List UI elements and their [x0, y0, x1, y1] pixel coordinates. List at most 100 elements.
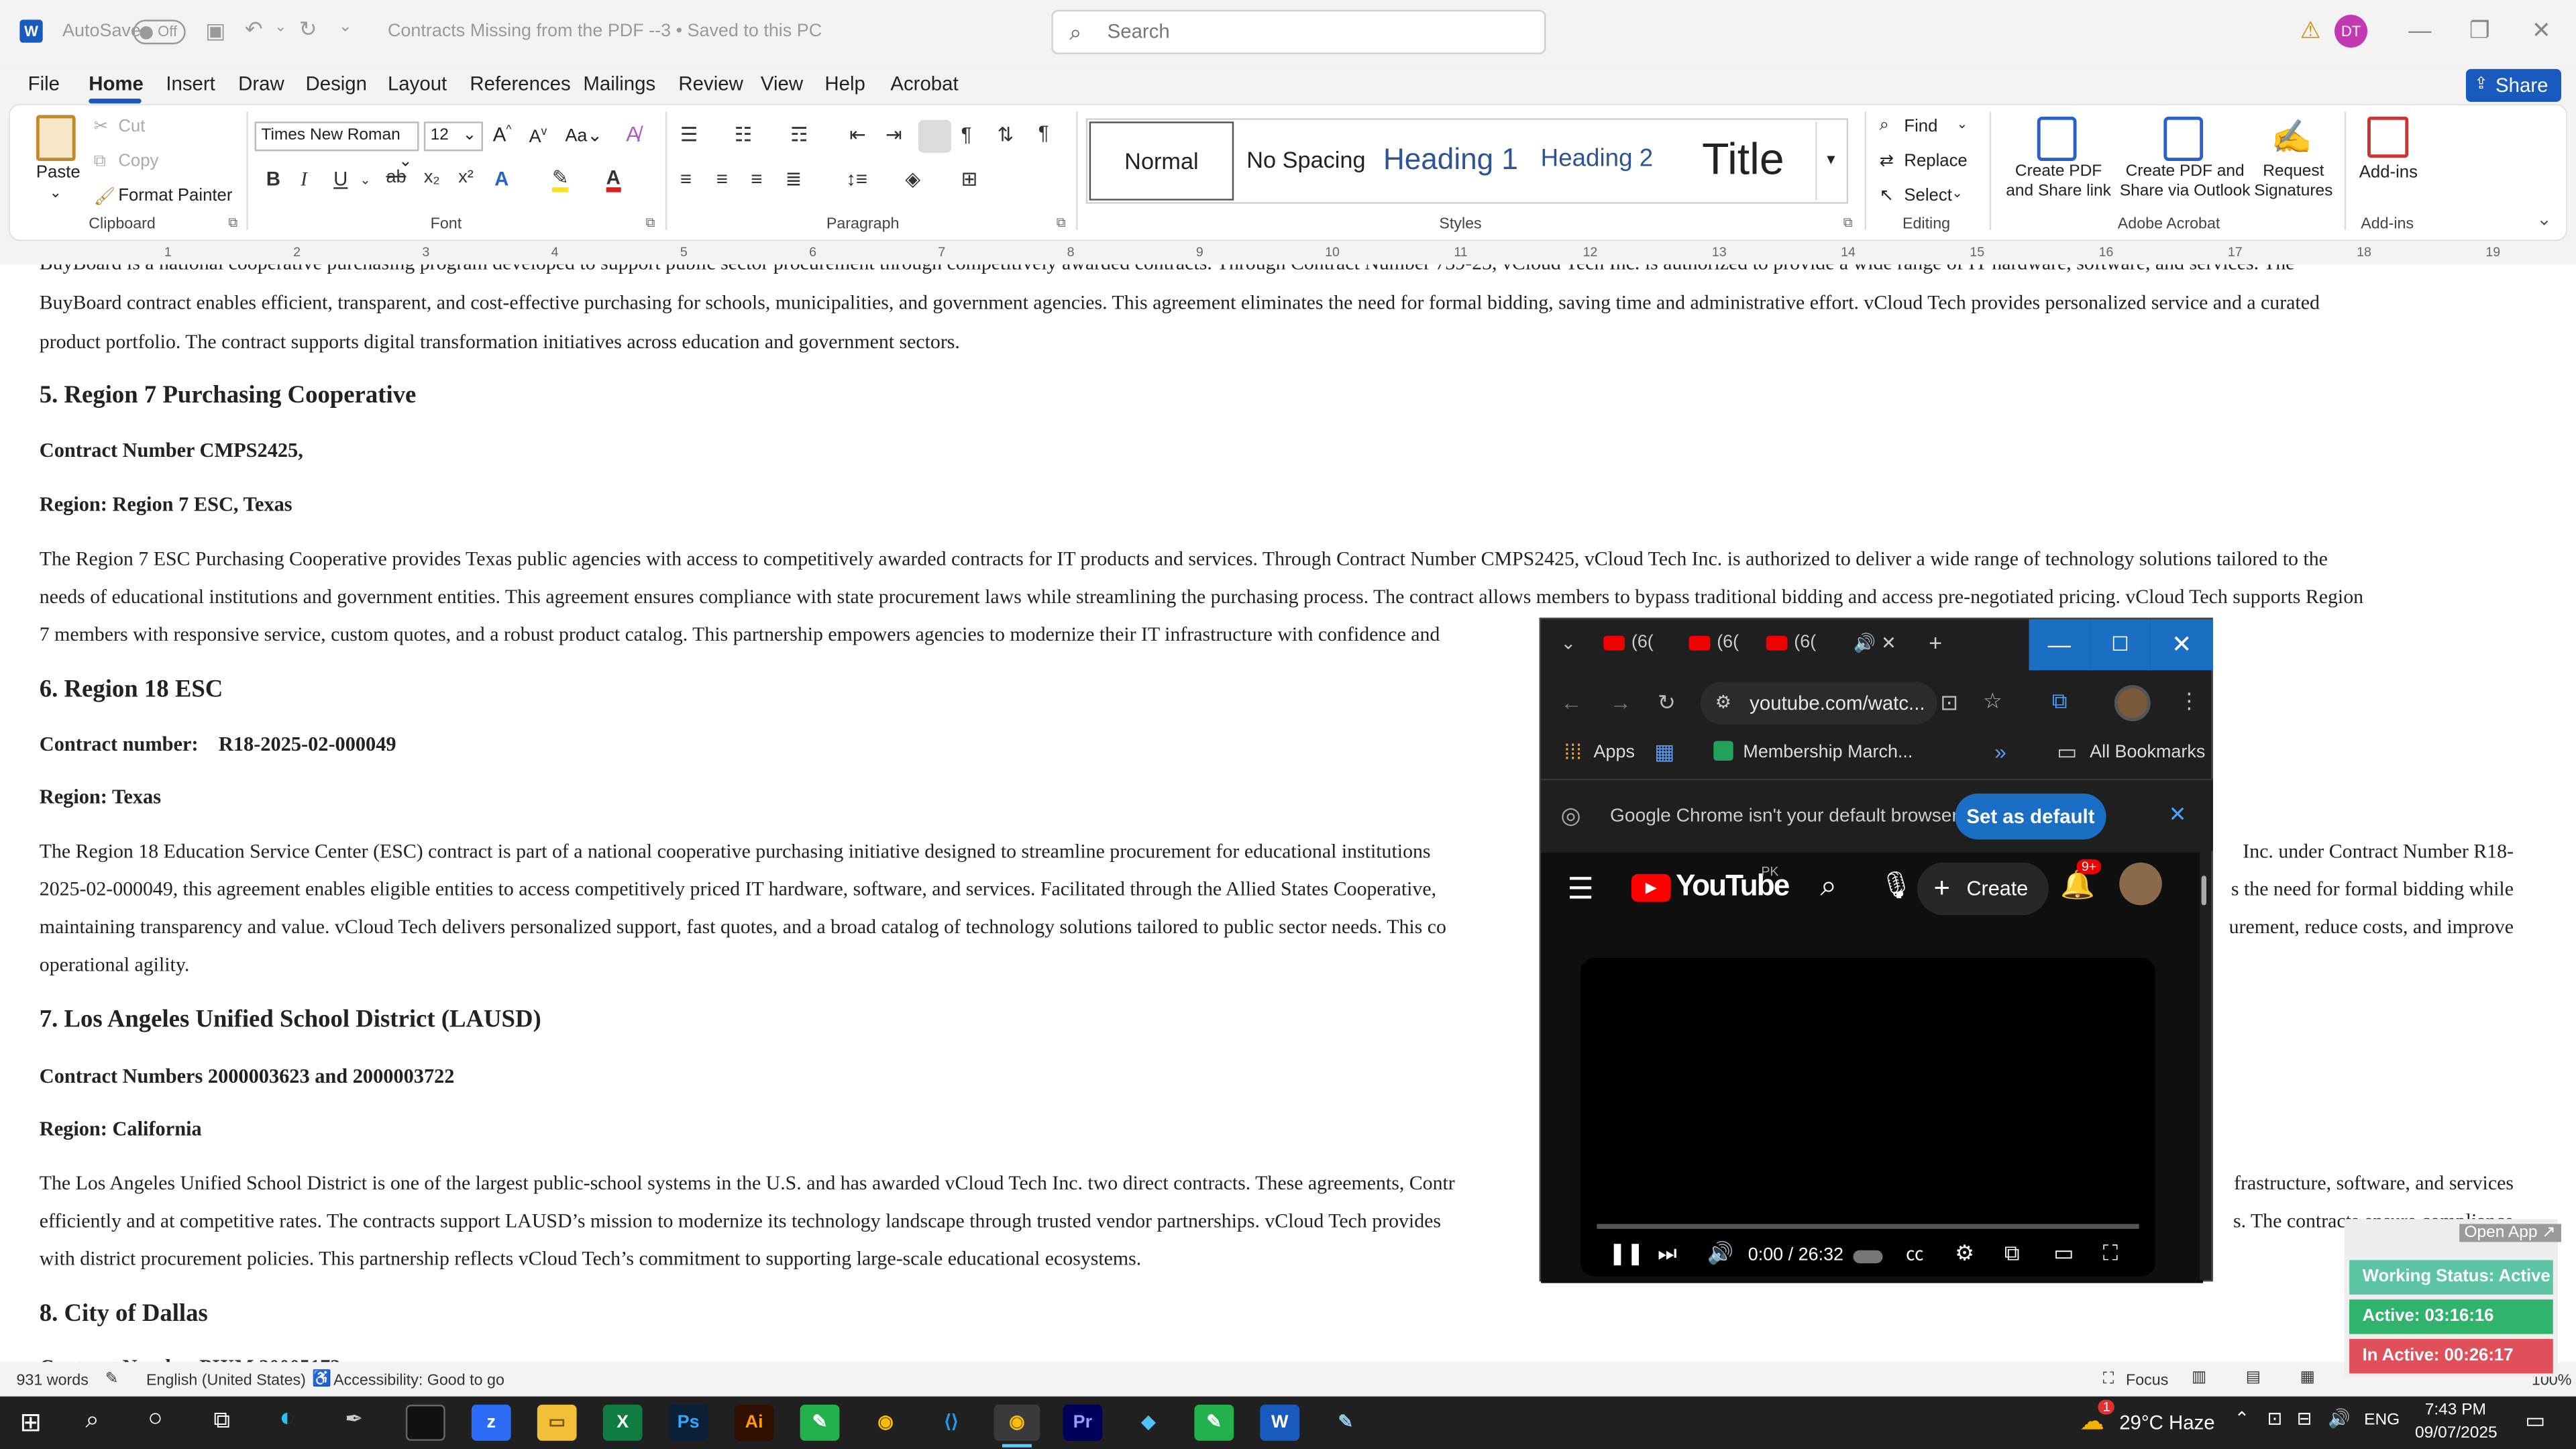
paste-dropdown-icon[interactable]: ⌄ — [49, 184, 61, 202]
pen-icon[interactable]: ✒ — [345, 1406, 363, 1432]
show-marks-icon[interactable]: ¶ — [1038, 121, 1049, 144]
menu-home[interactable]: Home — [89, 72, 144, 95]
tray-app-icon[interactable]: ⊡ — [2267, 1408, 2283, 1429]
addins-button-label[interactable]: Add-ins — [2359, 162, 2418, 182]
style-normal[interactable]: Normal — [1089, 121, 1234, 201]
style-no-spacing[interactable]: No Spacing — [1239, 121, 1374, 201]
chrome-minimize-icon[interactable]: — — [2029, 619, 2090, 671]
more-bookmarks-icon[interactable]: » — [1994, 739, 2006, 764]
menu-mailings[interactable]: Mailings — [583, 72, 655, 95]
menu-layout[interactable]: Layout — [388, 72, 447, 95]
bullets-icon[interactable]: ☰ — [680, 123, 698, 146]
borders-icon[interactable]: ⊞ — [961, 168, 978, 191]
highlight-icon[interactable]: ✎ — [551, 168, 569, 193]
horizontal-ruler[interactable]: 1 2 3 4 5 6 7 8 9 10 11 12 13 14 15 16 17 18 19 — [0, 241, 2576, 265]
tab-youtube-3[interactable]: (6( — [1766, 633, 1816, 652]
menu-file[interactable]: File — [28, 72, 60, 95]
scrollbar-thumb[interactable] — [2201, 875, 2207, 906]
menu-draw[interactable]: Draw — [238, 72, 284, 95]
scrollbar-track[interactable] — [2200, 853, 2207, 1280]
illustrator-icon[interactable]: Ai — [734, 1404, 774, 1441]
voice-search-icon[interactable]: 🎙 — [1880, 869, 1913, 902]
align-left-icon[interactable]: ≡ — [680, 168, 692, 191]
change-case-icon[interactable]: Aa⌄ — [565, 125, 602, 146]
shrink-font-icon[interactable]: Av — [529, 127, 547, 148]
replace-label[interactable]: Replace — [1904, 151, 1967, 170]
save-icon[interactable]: ▣ — [205, 18, 225, 44]
tab-search-icon[interactable]: ⌄ — [1561, 633, 1576, 653]
create-pdf-outlook-icon[interactable] — [2163, 116, 2204, 162]
replace-icon[interactable]: ⇄ — [1880, 151, 1894, 170]
menu-acrobat[interactable]: Acrobat — [890, 72, 958, 95]
bookmark-grid-icon[interactable]: ▦ — [1654, 739, 1674, 765]
green-app-2-icon[interactable]: ✎ — [1194, 1404, 1234, 1441]
focus-button[interactable]: Focus — [2126, 1372, 2168, 1390]
select-dropdown-icon[interactable]: ⌄ — [1951, 186, 1962, 201]
warning-icon[interactable]: ⚠ — [2300, 16, 2321, 44]
accessibility-status[interactable]: Accessibility: Good to go — [333, 1372, 504, 1390]
back-icon[interactable]: ← — [1561, 690, 1582, 715]
proofing-icon[interactable]: ✎ — [105, 1370, 119, 1388]
all-bookmarks[interactable]: All Bookmarks — [2090, 743, 2205, 762]
bold-icon[interactable]: B — [266, 168, 280, 191]
font-color-icon[interactable]: A — [606, 168, 621, 193]
autoplay-toggle[interactable] — [1853, 1250, 1883, 1264]
cortana-icon[interactable]: ○ — [148, 1405, 162, 1433]
install-app-icon[interactable]: ⊡ — [1940, 690, 1958, 716]
clipboard-launcher-icon[interactable]: ⧉ — [228, 215, 237, 231]
reload-icon[interactable]: ↻ — [1658, 690, 1676, 716]
word-taskbar-icon[interactable]: W — [1260, 1404, 1300, 1441]
styles-more-icon[interactable]: ▾ — [1815, 121, 1845, 201]
increase-indent-icon[interactable]: ⇥ — [885, 123, 902, 146]
align-center-icon[interactable]: ≡ — [716, 168, 728, 191]
redo-icon[interactable]: ↻ — [299, 16, 317, 42]
task-view-icon[interactable]: ⧉ — [213, 1406, 229, 1434]
volume-icon[interactable]: 🔊 — [2328, 1408, 2351, 1429]
vscode-icon[interactable]: ⟨⟩ — [931, 1404, 971, 1441]
cut-icon[interactable]: ✂ — [94, 117, 109, 136]
tray-overflow-icon[interactable]: ⌃ — [2235, 1408, 2250, 1429]
underline-dropdown-icon[interactable]: ⌄ — [360, 172, 370, 187]
video-player[interactable]: ❚❚ ⏭ 🔊 0:00 / 26:32 ㏄ ⚙ ⧉ ▭ ⛶ — [1580, 957, 2156, 1277]
chrome-maximize-icon[interactable]: ☐ — [2090, 619, 2151, 671]
find-icon[interactable]: ⌕ — [1880, 115, 1889, 136]
focus-icon[interactable]: ⛶ — [2103, 1370, 2114, 1388]
tab-youtube-2[interactable]: (6( — [1688, 633, 1739, 652]
infobar-close-icon[interactable]: ✕ — [2169, 802, 2187, 828]
menu-insert[interactable]: Insert — [166, 72, 215, 95]
font-name-combo[interactable]: Times New Roman ⌄ — [254, 121, 419, 171]
font-size-combo[interactable]: 12 ⌄ — [423, 121, 484, 152]
request-signatures-icon[interactable]: ✍ — [2271, 117, 2314, 161]
close-icon[interactable]: ✕ — [2532, 16, 2551, 44]
mute-icon[interactable]: 🔊 — [1707, 1240, 1734, 1267]
chrome-close-icon[interactable]: ✕ — [2150, 619, 2213, 671]
file-explorer-icon[interactable]: ▭ — [537, 1404, 577, 1441]
zoom-app-icon[interactable]: z — [471, 1404, 511, 1441]
language-indicator[interactable]: ENG — [2364, 1411, 2400, 1430]
align-right-icon[interactable]: ≡ — [751, 168, 762, 191]
menu-view[interactable]: View — [761, 72, 803, 95]
paste-icon[interactable] — [36, 115, 76, 162]
next-icon[interactable]: ⏭ — [1658, 1240, 1677, 1267]
line-spacing-icon[interactable]: ↕≡ — [846, 168, 867, 191]
theater-mode-icon[interactable]: ▭ — [2053, 1240, 2074, 1267]
undo-dropdown-icon[interactable]: ⌄ — [274, 18, 286, 36]
edge-icon[interactable]: ◐ — [279, 1405, 295, 1434]
select-icon[interactable]: ↖ — [1880, 186, 1894, 205]
cut-label[interactable]: Cut — [118, 117, 145, 136]
clock-time[interactable]: 7:43 PM — [2425, 1401, 2486, 1419]
pause-icon[interactable]: ❚❚ — [1609, 1240, 1644, 1267]
rtl-icon[interactable]: ¶ — [961, 123, 972, 146]
premiere-icon[interactable]: Pr — [1063, 1404, 1103, 1441]
new-tab-icon[interactable]: + — [1929, 629, 1942, 655]
settings-icon[interactable]: ⚙ — [1955, 1240, 1974, 1267]
superscript-icon[interactable]: x² — [458, 168, 473, 187]
menu-references[interactable]: References — [470, 72, 570, 95]
customize-toolbar-icon[interactable]: ⌄ — [338, 18, 352, 36]
youtube-create-button[interactable]: + Create — [1917, 862, 2049, 916]
create-pdf-share-link-button[interactable]: Create PDF and Share link — [2001, 162, 2116, 202]
user-avatar[interactable]: DT — [2334, 15, 2368, 48]
extensions-icon[interactable]: ⧉ — [2052, 688, 2068, 714]
paragraph-launcher-icon[interactable]: ⧉ — [1057, 215, 1066, 231]
read-mode-icon[interactable]: ▥ — [2192, 1368, 2206, 1387]
